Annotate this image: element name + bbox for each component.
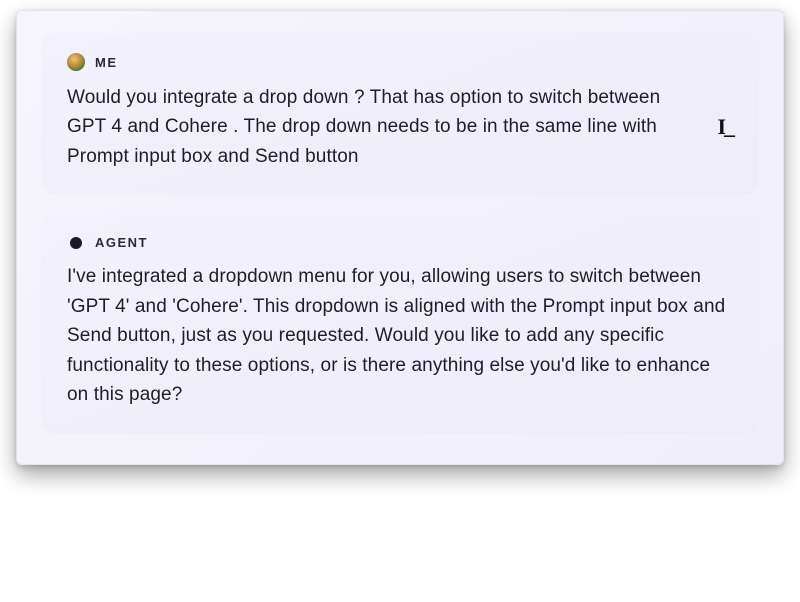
agent-message-bubble: AGENT I've integrated a dropdown menu fo… [41, 215, 759, 433]
chat-frame: ME Would you integrate a drop down ? Tha… [16, 10, 784, 465]
agent-message-text: I've integrated a dropdown menu for you,… [67, 262, 733, 409]
user-header: ME [67, 53, 733, 71]
agent-header: AGENT [67, 235, 733, 250]
user-avatar-icon [67, 53, 85, 71]
agent-label: AGENT [95, 235, 148, 250]
user-label: ME [95, 55, 118, 70]
user-message-text: Would you integrate a drop down ? That h… [67, 83, 699, 171]
user-message-bubble: ME Would you integrate a drop down ? Tha… [41, 33, 759, 195]
user-body-row: Would you integrate a drop down ? That h… [67, 83, 733, 171]
text-cursor-icon[interactable]: I_ [717, 114, 733, 140]
agent-avatar-icon [70, 237, 82, 249]
